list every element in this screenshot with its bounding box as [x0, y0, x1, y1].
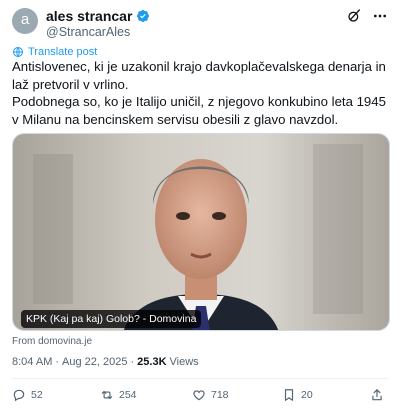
translate-post-link[interactable]: Translate post — [12, 46, 97, 58]
repost-icon — [101, 390, 113, 400]
grok-icon[interactable] — [346, 8, 362, 24]
views-label: Views — [169, 356, 199, 368]
avatar[interactable]: a — [12, 8, 38, 34]
reply-icon — [13, 389, 25, 402]
share-icon — [372, 389, 382, 401]
like-count: 718 — [211, 389, 229, 401]
bookmark-button[interactable]: 20 — [282, 388, 313, 402]
views-count: 25.3K — [137, 356, 167, 368]
tweet-text: Antislovenec, ki je uzakonil krajo davko… — [12, 58, 392, 128]
tweet-meta: 8:04 AM · Aug 22, 2025 · 25.3K Views — [12, 356, 199, 368]
repost-count: 254 — [119, 389, 137, 401]
share-button[interactable] — [370, 388, 384, 402]
reply-button[interactable]: 52 — [12, 388, 43, 402]
tweet-text-line: Antislovenec, ki je uzakonil krajo davko… — [12, 59, 386, 92]
repost-button[interactable]: 254 — [100, 388, 137, 402]
link-source[interactable]: From domovina.je — [12, 336, 92, 347]
meta-separator: · — [55, 356, 60, 368]
globe-icon — [13, 47, 23, 57]
verified-badge-icon — [137, 10, 150, 22]
tweet-header: a ales strancar @StrancarAles — [12, 8, 388, 44]
author-handle[interactable]: @StrancarAles — [46, 25, 130, 39]
heart-icon — [193, 390, 205, 401]
author-name-row[interactable]: ales strancar — [46, 8, 150, 24]
divider — [12, 378, 388, 379]
header-actions — [346, 8, 388, 24]
news-photo — [13, 134, 389, 330]
action-bar: 52 254 718 20 — [12, 388, 388, 406]
bookmark-icon — [284, 389, 294, 401]
link-card-caption[interactable]: KPK (Kaj pa kaj) Golob? - Domovina — [21, 310, 202, 328]
tweet-text-line: Podobnega so, ko je Italijo uničil, z nj… — [12, 94, 386, 127]
like-button[interactable]: 718 — [192, 388, 229, 402]
reply-count: 52 — [31, 389, 43, 401]
more-icon[interactable] — [372, 8, 388, 24]
post-time[interactable]: 8:04 AM — [12, 356, 52, 368]
link-card-media[interactable]: KPK (Kaj pa kaj) Golob? - Domovina — [12, 133, 390, 331]
author-display-name[interactable]: ales strancar — [46, 8, 132, 24]
post-date[interactable]: Aug 22, 2025 — [62, 356, 127, 368]
bookmark-count: 20 — [301, 389, 313, 401]
meta-separator: · — [130, 356, 135, 368]
translate-post-label[interactable]: Translate post — [28, 46, 97, 58]
